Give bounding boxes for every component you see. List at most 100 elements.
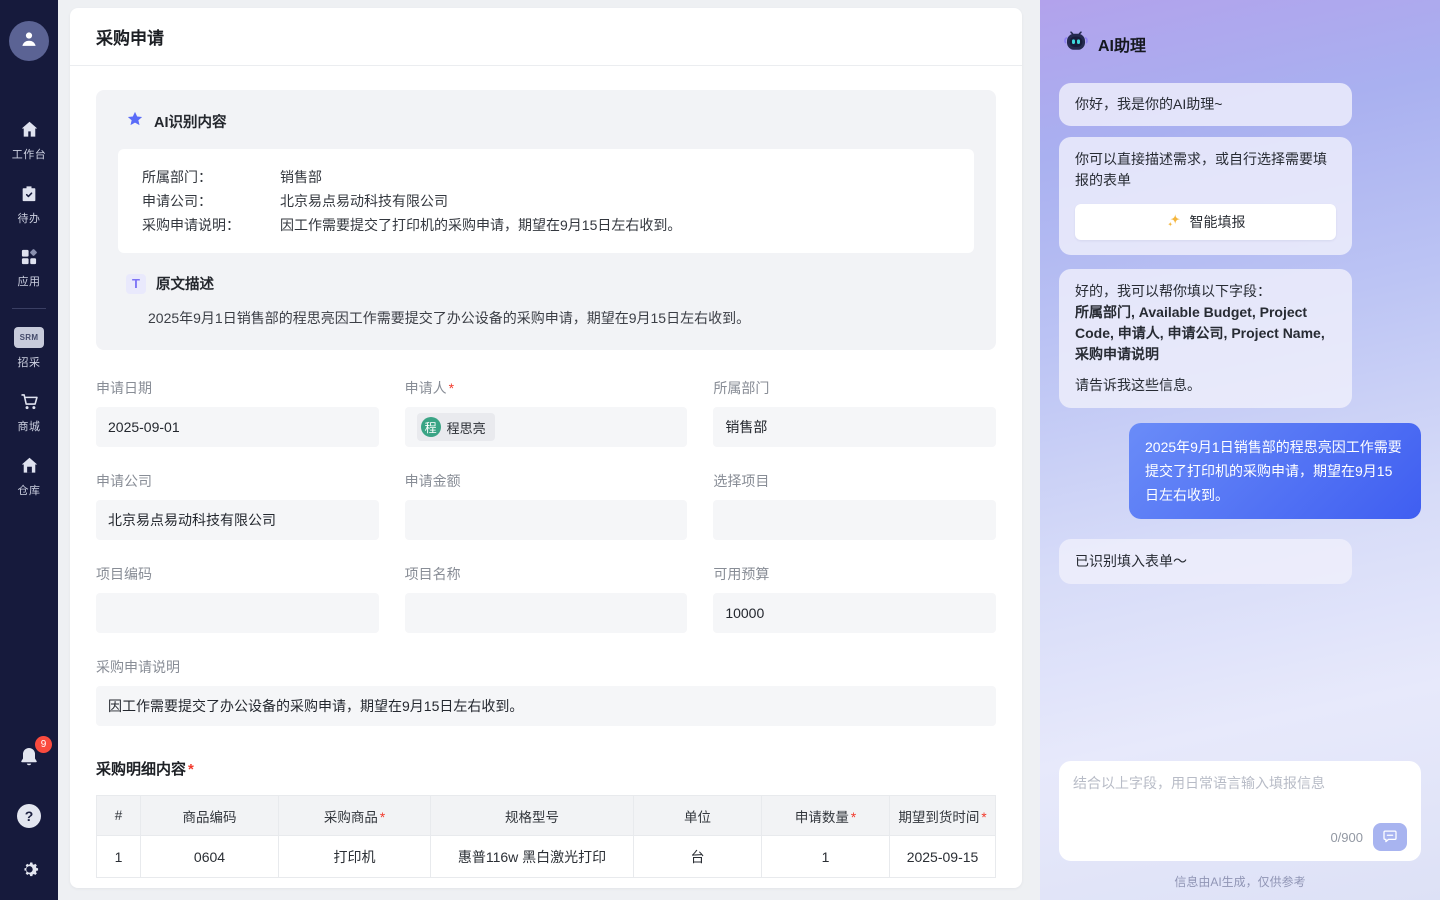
card-header: 采购申请 — [70, 8, 1022, 66]
project-name-field[interactable] — [405, 593, 688, 633]
field-label: 申请人 — [405, 378, 688, 398]
field-company: 申请公司 北京易点易动科技有限公司 — [96, 471, 379, 540]
column-header-code: 商品编码 — [141, 796, 279, 836]
field-project-name: 项目名称 — [405, 564, 688, 633]
fields-intro: 好的，我可以帮你填以下字段： — [1075, 281, 1336, 302]
project-select-field[interactable] — [713, 500, 996, 540]
original-text: 2025年9月1日销售部的程思亮因工作需要提交了办公设备的采购申请，期望在9月1… — [148, 308, 974, 328]
field-label: 可用预算 — [713, 564, 996, 584]
field-amount: 申请金额 — [405, 471, 688, 540]
notification-badge: 9 — [35, 736, 52, 753]
purchase-request-card: 采购申请 AI识别内容 所属部门： 销售部 申请公司： — [70, 8, 1022, 888]
request-date-field[interactable]: 2025-09-01 — [96, 407, 379, 447]
original-text-header: T 原文描述 — [118, 273, 974, 294]
card-body: AI识别内容 所属部门： 销售部 申请公司： 北京易点易动科技有限公司 采购申请… — [70, 66, 1022, 888]
ai-recognized-title: AI识别内容 — [154, 111, 227, 132]
cell-qty[interactable]: 1 — [762, 836, 890, 878]
field-label: 选择项目 — [713, 471, 996, 491]
user-message: 2025年9月1日销售部的程思亮因工作需要提交了打印机的采购申请，期望在9月15… — [1129, 423, 1421, 519]
original-text-title: 原文描述 — [156, 273, 214, 294]
field-project-code: 项目编码 — [96, 564, 379, 633]
column-header-qty: 申请数量 — [762, 796, 890, 836]
bell-icon — [17, 756, 41, 773]
field-value: 因工作需要提交了办公设备的采购申请，期望在9月15日左右收到。 — [108, 696, 523, 716]
table-header-row: # 商品编码 采购商品 规格型号 单位 申请数量 期望到货时间 — [97, 796, 996, 836]
field-label: 项目名称 — [405, 564, 688, 584]
table-row: 1 0604 打印机 惠普116w 黑白激光打印 台 1 2025-09-15 — [97, 836, 996, 878]
recognized-label: 采购申请说明： — [142, 213, 280, 237]
field-label: 所属部门 — [713, 378, 996, 398]
recognized-label: 申请公司： — [142, 189, 280, 213]
sidebar-item-procurement[interactable]: SRM 招采 — [0, 317, 58, 381]
sidebar-nav: 工作台 待办 应用 SRM 招采 商城 — [0, 109, 58, 509]
description-field[interactable]: 因工作需要提交了办公设备的采购申请，期望在9月15日左右收到。 — [96, 686, 996, 726]
field-applicant: 申请人 程 程思亮 — [405, 378, 688, 447]
cell-arrival[interactable]: 2025-09-15 — [890, 836, 996, 878]
applicant-field[interactable]: 程 程思亮 — [405, 407, 688, 447]
applicant-chip: 程 程思亮 — [417, 413, 495, 441]
recognized-value: 销售部 — [280, 165, 322, 189]
chat-spacer — [1059, 584, 1421, 761]
gear-icon — [18, 868, 41, 885]
recognized-row: 所属部门： 销售部 — [142, 165, 950, 189]
settings-button[interactable] — [18, 858, 41, 886]
company-field[interactable]: 北京易点易动科技有限公司 — [96, 500, 379, 540]
sidebar-item-label: 商城 — [18, 418, 41, 434]
srm-badge-icon: SRM — [14, 327, 44, 348]
composer-input[interactable] — [1073, 773, 1407, 823]
budget-field[interactable]: 10000 — [713, 593, 996, 633]
sidebar-item-label: 招采 — [18, 354, 41, 370]
sidebar-item-apps[interactable]: 应用 — [0, 237, 58, 300]
department-field[interactable]: 销售部 — [713, 407, 996, 447]
cell-unit[interactable]: 台 — [634, 836, 762, 878]
smart-fill-label: 智能填报 — [1190, 212, 1246, 232]
column-header-arrival: 期望到货时间 — [890, 796, 996, 836]
notifications-button[interactable]: 9 — [17, 745, 41, 774]
apps-grid-icon — [19, 247, 39, 267]
recognized-value: 北京易点易动科技有限公司 — [280, 189, 448, 213]
ai-recognized-block: AI识别内容 所属部门： 销售部 申请公司： 北京易点易动科技有限公司 采购申请… — [96, 90, 996, 350]
field-label: 申请金额 — [405, 471, 688, 491]
robot-icon — [1062, 28, 1090, 59]
main-content: 采购申请 AI识别内容 所属部门： 销售部 申请公司： — [58, 0, 1040, 900]
applicant-name: 程思亮 — [447, 418, 486, 437]
column-header-product: 采购商品 — [279, 796, 431, 836]
cart-icon — [19, 391, 40, 412]
field-department: 所属部门 销售部 — [713, 378, 996, 447]
char-counter: 0/900 — [1330, 830, 1363, 845]
send-button[interactable] — [1373, 823, 1407, 851]
page-title: 采购申请 — [96, 24, 164, 49]
sidebar-item-workbench[interactable]: 工作台 — [0, 109, 58, 173]
cell-spec[interactable]: 惠普116w 黑白激光打印 — [431, 836, 634, 878]
sidebar-item-label: 工作台 — [12, 146, 47, 162]
sparkle-icon — [1166, 212, 1183, 232]
field-description: 采购申请说明 因工作需要提交了办公设备的采购申请，期望在9月15日左右收到。 — [96, 657, 996, 726]
sidebar-item-mall[interactable]: 商城 — [0, 381, 58, 445]
sidebar-item-todo[interactable]: 待办 — [0, 173, 58, 237]
sidebar-item-label: 应用 — [18, 273, 41, 289]
cell-product[interactable]: 打印机 — [279, 836, 431, 878]
amount-field[interactable] — [405, 500, 688, 540]
applicant-avatar: 程 — [421, 417, 441, 437]
field-label: 项目编码 — [96, 564, 379, 584]
sidebar-divider — [12, 308, 46, 309]
warehouse-icon — [19, 455, 40, 476]
avatar[interactable] — [9, 21, 49, 61]
column-header-index: # — [97, 796, 141, 836]
field-request-date: 申请日期 2025-09-01 — [96, 378, 379, 447]
project-code-field[interactable] — [96, 593, 379, 633]
fields-list: 所属部门, Available Budget, Project Code, 申请… — [1075, 302, 1336, 365]
ai-message-greeting: 你好，我是你的AI助理~ — [1059, 83, 1352, 126]
column-header-unit: 单位 — [634, 796, 762, 836]
cell-code[interactable]: 0604 — [141, 836, 279, 878]
ai-assistant-title: AI助理 — [1098, 32, 1146, 56]
ai-recognized-header: AI识别内容 — [118, 110, 974, 133]
smart-fill-button[interactable]: 智能填报 — [1075, 204, 1336, 240]
request-form: 申请日期 2025-09-01 申请人 程 程思亮 所属部门 销售部 — [96, 378, 996, 633]
sidebar-item-label: 待办 — [18, 210, 41, 226]
help-button[interactable]: ? — [17, 804, 41, 828]
field-label: 采购申请说明 — [96, 657, 996, 677]
clipboard-check-icon — [19, 183, 39, 204]
ai-assistant-panel: AI助理 你好，我是你的AI助理~ 你可以直接描述需求，或自行选择需要填报的表单… — [1040, 0, 1440, 900]
sidebar-item-warehouse[interactable]: 仓库 — [0, 445, 58, 509]
